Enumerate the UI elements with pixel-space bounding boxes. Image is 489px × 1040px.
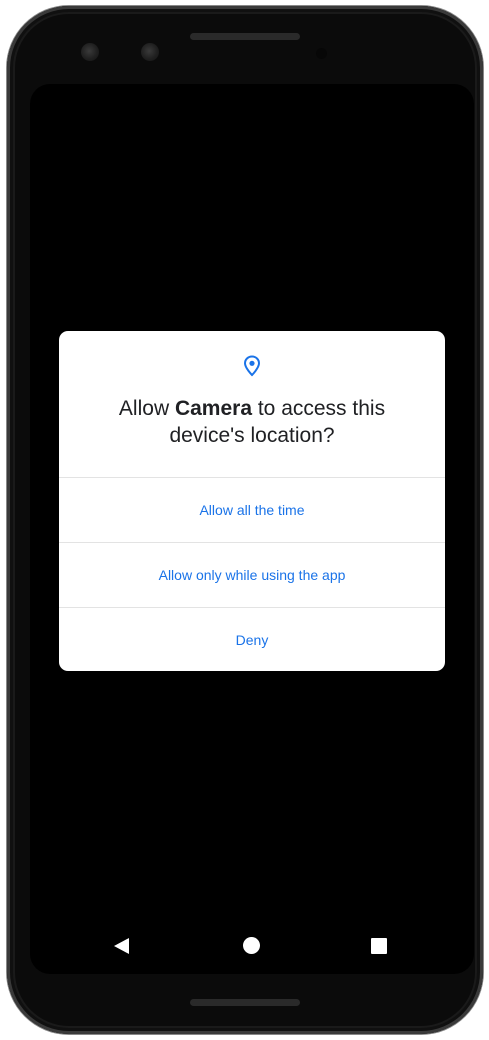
navigation-bar — [0, 936, 489, 958]
proximity-sensor — [316, 48, 327, 59]
dialog-title-prefix: Allow — [118, 397, 175, 420]
recents-square-icon[interactable] — [371, 938, 387, 954]
dialog-header: Allow Camera to access this device's loc… — [59, 331, 445, 477]
deny-button[interactable]: Deny — [59, 607, 445, 671]
allow-while-using-app-button[interactable]: Allow only while using the app — [59, 542, 445, 607]
allow-all-the-time-button[interactable]: Allow all the time — [59, 477, 445, 542]
back-triangle-icon[interactable] — [114, 938, 129, 954]
front-camera-icon — [81, 43, 99, 61]
front-camera-icon — [141, 43, 159, 61]
permission-dialog: Allow Camera to access this device's loc… — [59, 331, 445, 671]
home-circle-icon[interactable] — [243, 937, 260, 954]
earpiece-speaker — [190, 33, 300, 40]
dialog-title: Allow Camera to access this device's loc… — [79, 395, 425, 449]
dialog-title-app-name: Camera — [174, 397, 253, 420]
location-pin-icon — [243, 355, 261, 377]
bottom-speaker — [190, 999, 300, 1006]
